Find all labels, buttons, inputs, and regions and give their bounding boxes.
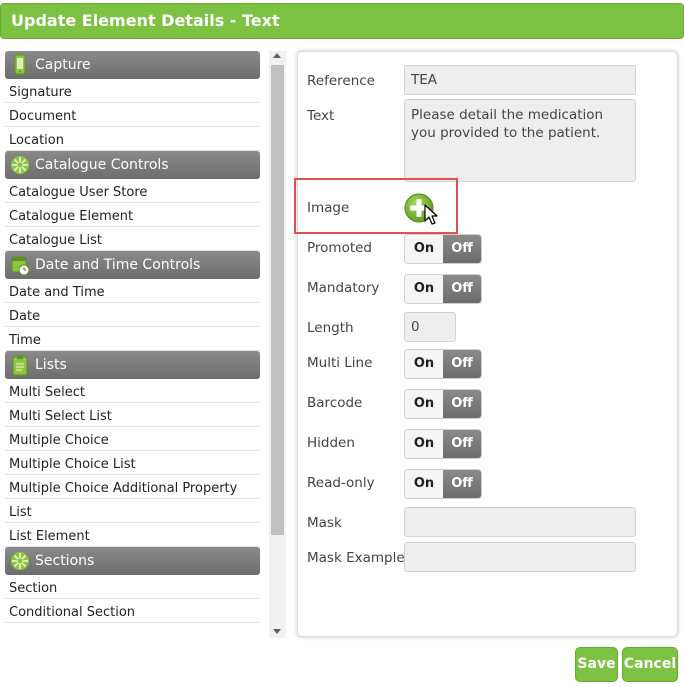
- mandatory-toggle[interactable]: On Off: [404, 274, 482, 304]
- text-label: Text: [307, 108, 335, 124]
- toggle-off[interactable]: Off: [443, 275, 481, 303]
- element-palette: Capture Signature Document Location Cata…: [5, 51, 260, 638]
- list-item-list-element[interactable]: List Element: [5, 523, 260, 547]
- toggle-on[interactable]: On: [405, 275, 443, 303]
- list-item-multiple-choice[interactable]: Multiple Choice: [5, 427, 260, 451]
- toggle-on[interactable]: On: [405, 430, 443, 458]
- length-field[interactable]: 0: [404, 312, 456, 342]
- readonly-label: Read-only: [307, 475, 375, 491]
- section-label: Catalogue Controls: [35, 157, 169, 173]
- text-field[interactable]: Please detail the medication you provide…: [404, 99, 636, 182]
- list-item-catalogue-list[interactable]: Catalogue List: [5, 227, 260, 251]
- readonly-toggle[interactable]: On Off: [404, 469, 482, 499]
- mandatory-label: Mandatory: [307, 280, 380, 296]
- toggle-on[interactable]: On: [405, 350, 443, 378]
- list-item-multiple-choice-list[interactable]: Multiple Choice List: [5, 451, 260, 475]
- list-item-multiple-choice-additional-property[interactable]: Multiple Choice Additional Property: [5, 475, 260, 499]
- section-header-lists[interactable]: Lists: [5, 351, 260, 379]
- cancel-button[interactable]: Cancel: [622, 647, 678, 682]
- image-label: Image: [307, 200, 350, 216]
- reference-field[interactable]: TEA: [404, 65, 636, 95]
- list-item-list[interactable]: List: [5, 499, 260, 523]
- toggle-off[interactable]: Off: [443, 390, 481, 418]
- calendar-clock-icon: [11, 256, 30, 276]
- scroll-thumb[interactable]: [271, 65, 284, 535]
- list-item-multi-select[interactable]: Multi Select: [5, 379, 260, 403]
- toggle-on[interactable]: On: [405, 470, 443, 498]
- toggle-off[interactable]: Off: [443, 350, 481, 378]
- mask-field[interactable]: [404, 507, 636, 537]
- section-header-sections[interactable]: Sections: [5, 547, 260, 575]
- section-header-capture[interactable]: Capture: [5, 51, 260, 79]
- mask-example-field[interactable]: [404, 542, 636, 572]
- barcode-toggle[interactable]: On Off: [404, 389, 482, 419]
- catalogue-icon: [11, 156, 29, 174]
- barcode-label: Barcode: [307, 395, 363, 411]
- list-item-time[interactable]: Time: [5, 327, 260, 351]
- section-header-catalogue-controls[interactable]: Catalogue Controls: [5, 151, 260, 179]
- list-item-signature[interactable]: Signature: [5, 79, 260, 103]
- list-item-date[interactable]: Date: [5, 303, 260, 327]
- scroll-up-icon[interactable]: [273, 53, 281, 58]
- scroll-down-icon[interactable]: [273, 629, 281, 634]
- multiline-label: Multi Line: [307, 355, 373, 371]
- mask-example-label: Mask Example: [307, 550, 405, 566]
- sections-icon: [11, 552, 29, 570]
- list-item-section[interactable]: Section: [5, 575, 260, 599]
- toggle-off[interactable]: Off: [443, 430, 481, 458]
- phone-icon: [14, 54, 26, 75]
- length-label: Length: [307, 320, 354, 336]
- section-label: Date and Time Controls: [35, 257, 201, 273]
- toggle-off[interactable]: Off: [443, 235, 481, 263]
- hidden-label: Hidden: [307, 435, 355, 451]
- section-label: Lists: [35, 357, 67, 373]
- list-item-location[interactable]: Location: [5, 127, 260, 151]
- toggle-on[interactable]: On: [405, 390, 443, 418]
- list-item-catalogue-element[interactable]: Catalogue Element: [5, 203, 260, 227]
- list-item-catalogue-user-store[interactable]: Catalogue User Store: [5, 179, 260, 203]
- mouse-pointer-icon: [424, 204, 438, 225]
- reference-label: Reference: [307, 73, 375, 89]
- section-header-date-time-controls[interactable]: Date and Time Controls: [5, 251, 260, 279]
- list-item-conditional-section[interactable]: Conditional Section: [5, 599, 260, 623]
- hidden-toggle[interactable]: On Off: [404, 429, 482, 459]
- list-item-date-and-time[interactable]: Date and Time: [5, 279, 260, 303]
- section-label: Capture: [35, 57, 91, 73]
- list-item-multi-select-list[interactable]: Multi Select List: [5, 403, 260, 427]
- section-label: Sections: [35, 553, 95, 569]
- save-button[interactable]: Save: [575, 647, 618, 682]
- multiline-toggle[interactable]: On Off: [404, 349, 482, 379]
- toggle-on[interactable]: On: [405, 235, 443, 263]
- window-title: Update Element Details - Text: [0, 3, 684, 39]
- mask-label: Mask: [307, 515, 342, 531]
- list-item-document[interactable]: Document: [5, 103, 260, 127]
- toggle-off[interactable]: Off: [443, 470, 481, 498]
- promoted-label: Promoted: [307, 240, 372, 256]
- clipboard-icon: [12, 355, 28, 376]
- promoted-toggle[interactable]: On Off: [404, 234, 482, 264]
- element-details-form: Reference TEA Text Please detail the med…: [294, 51, 678, 637]
- palette-scrollbar[interactable]: [269, 51, 286, 638]
